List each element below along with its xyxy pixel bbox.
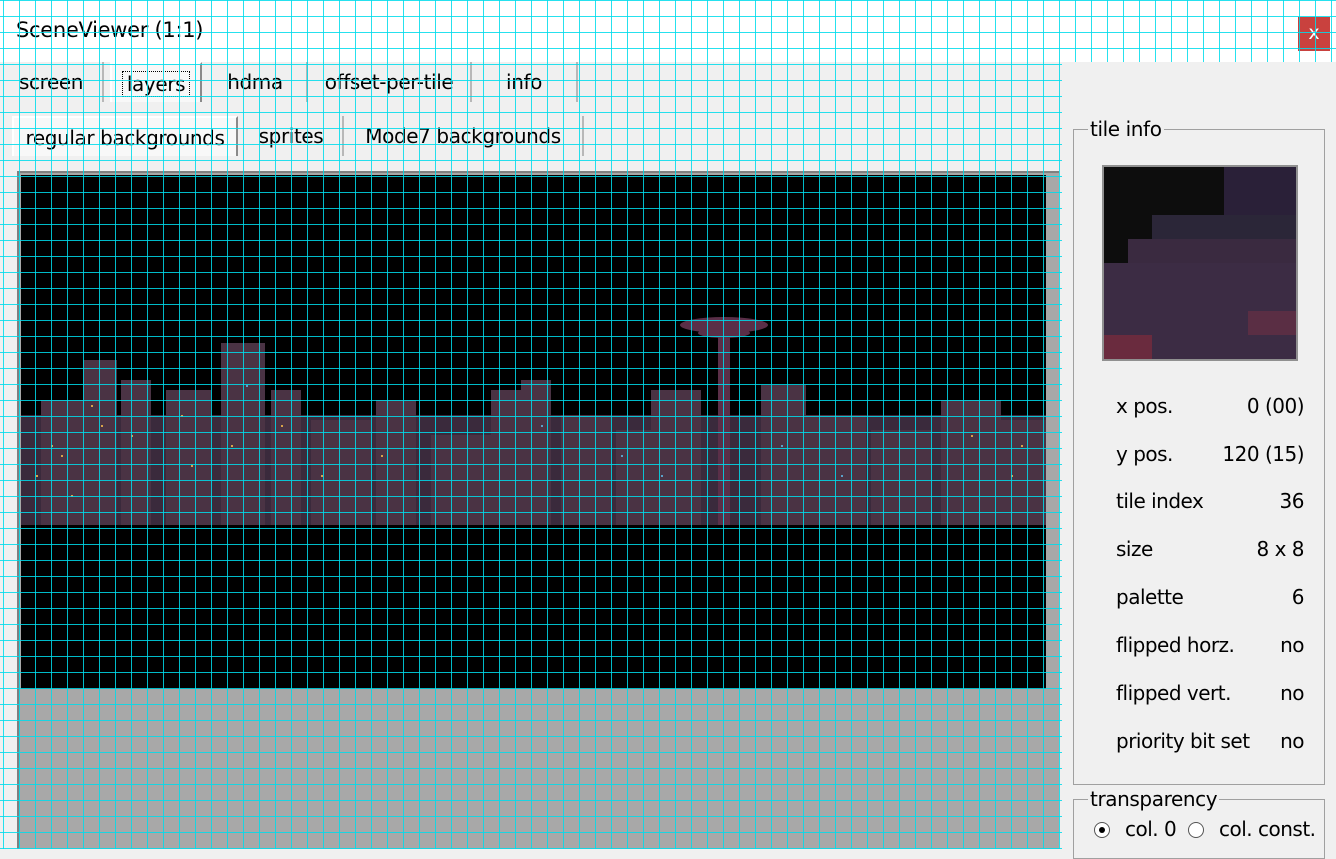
tile-info-row: size 8 x 8 xyxy=(1116,537,1304,567)
tab-label: layers xyxy=(121,71,191,97)
property-label: flipped horz. xyxy=(1116,633,1235,657)
tab-hdma[interactable]: hdma xyxy=(204,62,308,102)
tile-info-row: palette 6 xyxy=(1116,585,1305,615)
title-bar: SceneViewer (1:1) x xyxy=(0,0,1336,62)
property-label: palette xyxy=(1116,585,1184,609)
col-const-radio[interactable] xyxy=(1188,822,1204,838)
tab-regular-backgrounds[interactable]: regular backgrounds xyxy=(12,116,238,156)
tab-label: hdma xyxy=(227,70,283,94)
property-label: size xyxy=(1116,537,1153,561)
tile-info-group: tile info x pos. 0 (00) y pos. 120 (15) ti… xyxy=(1073,117,1325,785)
transparency-title: transparency xyxy=(1088,787,1220,811)
tab-mode7-backgrounds[interactable]: Mode7 backgrounds xyxy=(344,116,584,156)
tab-label: offset-per-tile xyxy=(324,70,454,94)
window-title: SceneViewer (1:1) xyxy=(16,18,204,42)
right-panel: tile info x pos. 0 (00) y pos. 120 (15) ti… xyxy=(1062,62,1336,859)
tab-label: Mode7 backgrounds xyxy=(365,124,561,148)
tile-preview-image xyxy=(1104,167,1296,359)
transparency-group: transparency col. 0 col. const. xyxy=(1073,787,1325,859)
tab-label: screen xyxy=(18,70,84,94)
property-value: 36 xyxy=(1279,489,1305,513)
tab-label: regular backgrounds xyxy=(25,126,225,150)
city-skyline-image xyxy=(21,175,1046,689)
tile-info-title: tile info xyxy=(1088,117,1164,141)
tab-info[interactable]: info xyxy=(472,62,578,102)
property-value: 8 x 8 xyxy=(1256,537,1305,561)
layer-canvas[interactable] xyxy=(17,171,1059,849)
tab-label: info xyxy=(506,70,542,94)
tile-info-row: flipped horz. no xyxy=(1116,633,1304,663)
tile-info-row: x pos. 0 (00) xyxy=(1116,394,1305,424)
tab-sprites[interactable]: sprites xyxy=(240,116,344,156)
property-label: y pos. xyxy=(1116,442,1173,466)
tile-preview xyxy=(1102,165,1298,361)
property-value: no xyxy=(1280,633,1304,657)
tile-info-row: tile index 36 xyxy=(1116,489,1305,519)
property-value: 6 xyxy=(1291,585,1305,609)
property-label: tile index xyxy=(1116,489,1204,513)
tab-offset-per-tile[interactable]: offset-per-tile xyxy=(308,62,472,102)
tile-info-row: y pos. 120 (15) xyxy=(1116,442,1304,472)
property-value: 120 (15) xyxy=(1222,442,1304,466)
col-const-label[interactable]: col. const. xyxy=(1219,817,1316,841)
property-value: no xyxy=(1280,681,1304,705)
tile-info-row: flipped vert. no xyxy=(1116,681,1304,711)
property-value: no xyxy=(1280,729,1304,753)
tile-info-row: priority bit set no xyxy=(1116,729,1304,759)
col0-label[interactable]: col. 0 xyxy=(1125,817,1177,841)
property-label: x pos. xyxy=(1116,394,1173,418)
tab-label: sprites xyxy=(258,124,324,148)
close-button[interactable]: x xyxy=(1298,17,1330,51)
tab-screen[interactable]: screen xyxy=(0,62,104,102)
col0-radio[interactable] xyxy=(1094,822,1110,838)
background-layer-image[interactable] xyxy=(21,175,1046,689)
property-label: flipped vert. xyxy=(1116,681,1231,705)
property-value: 0 (00) xyxy=(1246,394,1305,418)
tab-layers[interactable]: layers xyxy=(110,62,202,102)
property-label: priority bit set xyxy=(1116,729,1250,753)
